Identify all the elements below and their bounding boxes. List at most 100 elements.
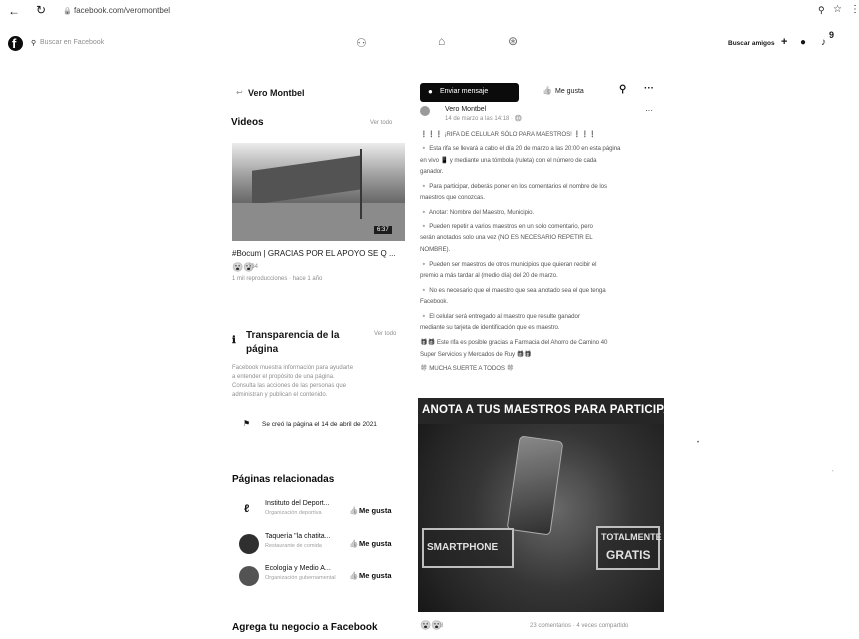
transparency-desc-3: Consulta las acciones de las personas qu… [232,383,347,389]
transparency-desc-1: Facebook muestra información para ayudar… [232,365,354,371]
post-timestamp[interactable]: 14 de marzo a las 14:18 · 🌐 [445,115,522,122]
post-text-line: maestros que conozcas. [420,194,485,201]
more-options-button[interactable]: ··· [644,83,654,94]
video-scene-ground [232,203,405,241]
reload-icon[interactable]: ↻ [36,3,46,17]
promo-right-line1: TOTALMENTE [601,532,662,542]
create-button[interactable]: + [781,36,787,48]
page-created-date: Se creó la página el 14 de abril de 2021 [262,421,377,428]
promo-left-box: SMARTPHONE [422,528,514,568]
transparency-see-all-link[interactable]: Ver todo [374,331,396,337]
notification-badge: 9 [829,30,835,40]
related-page-name[interactable]: Ecología y Medio A... [265,565,331,572]
marketplace-nav-icon[interactable]: ⌂ [438,34,445,48]
avatar[interactable] [420,106,430,116]
add-business-title[interactable]: Agrega tu negocio a Facebook [232,622,378,633]
post-stats[interactable]: 23 comentarios · 4 veces compartido [530,623,628,629]
thumbs-up-icon: 👍 [542,86,552,95]
transparency-title: Transparencia de la [246,330,340,341]
transparency-title-line2: página [246,344,279,355]
post-author[interactable]: Vero Montbel [445,106,486,113]
search-icon[interactable]: ⚲ [619,84,626,95]
post-text-line: en vivo 📱 y mediante una tómbola (ruleta… [420,157,597,164]
videos-section-title: Videos [231,117,264,128]
lock-icon: 🔒 [63,8,72,15]
related-page-like-button[interactable]: Me gusta [359,539,392,548]
video-reaction-count: 134 [248,264,259,270]
thumbs-up-icon: 👍 [349,571,359,580]
related-page-name[interactable]: Instituto del Deport... [265,500,330,507]
transparency-desc-2: a entender el propósito de una página. [232,374,335,380]
star-icon[interactable]: ☆ [833,4,842,15]
related-page-item[interactable]: ℓ Instituto del Deport... Organización d… [239,499,409,525]
arrow-left-icon[interactable]: ← [8,4,20,18]
post-image-headline: ANOTA A TUS MAESTROS PARA PARTICIPAR [422,404,664,416]
post-image[interactable]: ANOTA A TUS MAESTROS PARA PARTICIPAR SMA… [418,398,664,612]
video-meta: 1 mil reproducciones · hace 1 año [232,276,323,282]
notifications-bell-icon[interactable]: ♪ [821,37,826,48]
related-page-name[interactable]: Taquería "la chatita... [265,533,331,540]
post-text-line: 🔸 Para participar, deberás poner en los … [420,183,607,190]
send-message-button[interactable]: ● Enviar mensaje [420,83,519,102]
thumbs-up-icon: 👍 [349,506,359,515]
menu-dots-icon[interactable]: ⋮ [850,4,859,15]
video-title[interactable]: #Bocum | GRACIAS POR EL APOYO SE Q ... [232,249,396,258]
post-text-line: 🍀 MUCHA SUERTE A TODOS 🍀 [420,365,515,372]
page-header: ↩ Vero Montbel [236,88,406,102]
post-text: ❗❗❗ ¡RIFA DE CELULAR SÓLO PARA MAESTROS!… [420,130,660,395]
related-page-like-button[interactable]: Me gusta [359,506,392,515]
facebook-topbar: f ⚲ Buscar en Facebook ⚇ ⌂ ⊛ Buscar amig… [0,30,859,66]
search-icon: ⚲ [31,40,37,47]
find-friends-button[interactable]: Buscar amigos [728,40,775,47]
messenger-icon: ● [428,87,433,96]
related-page-item[interactable]: Taquería "la chatita... Restaurante de c… [239,532,409,558]
background-speck: • [697,440,700,446]
info-icon: ℹ [232,335,236,346]
page-title: Vero Montbel [248,88,305,98]
like-page-button[interactable]: 👍 Me gusta [542,86,602,100]
related-pages-title: Páginas relacionadas [232,474,335,485]
related-page-category: Organización gubernamental [265,575,336,581]
video-scene-pole [360,149,362,219]
transparency-desc-4: administran y publican el contenido. [232,392,328,398]
browser-toolbar: ← ↻ 🔒 facebook.com/veromontbel ⚲ ☆ ⋮ [0,0,859,34]
post-text-line: 🔸 Anotar: Nombre del Maestro, Municipio. [420,209,535,216]
promo-left-text: SMARTPHONE [427,542,499,553]
thumbs-up-icon: 👍 [349,539,359,548]
post-reaction-count: 8 [440,623,444,629]
send-message-label: Enviar mensaje [440,88,489,95]
groups-nav-icon[interactable]: ⊛ [508,34,518,48]
related-page-like-button[interactable]: Me gusta [359,571,392,580]
video-duration-badge: 6:37 [374,226,392,234]
avatar [239,534,259,554]
facebook-search-input[interactable]: Buscar en Facebook [40,39,104,46]
post-text-line: 🔸 El celular será entregado al maestro q… [420,313,580,320]
post-text-line: Facebook. [420,298,448,305]
videos-see-all-link[interactable]: Ver todo [370,120,392,126]
related-page-category: Restaurante de comida [265,543,322,549]
video-thumbnail[interactable]: 6:37 [232,143,405,241]
post-text-line: ganador. [420,168,444,175]
avatar [239,566,259,586]
post-text-line: 🔸 Esta rifa se llevará a cabo el día 20 … [420,145,621,152]
flag-icon: ⚑ [243,419,251,428]
post-text-line: Super Servicios y Mercados de Ruy 🎁🎁 [420,351,532,358]
post-text-line: NOMBRE). [420,246,451,253]
avatar: ℓ [239,501,259,521]
post-text-line: ❗❗❗ ¡RIFA DE CELULAR SÓLO PARA MAESTROS!… [420,131,597,138]
post-text-line: 🎁🎁 Este rifa es posible gracias a Farmac… [420,339,608,346]
post-text-line: 🔸 Pueden repetir a varios maestros en un… [420,223,593,230]
post-text-line: 🔸 Pueden ser maestros de otros municipio… [420,261,597,268]
facebook-logo-icon[interactable]: f [8,36,23,51]
post-more-button[interactable]: ··· [645,106,653,115]
messenger-icon[interactable]: ● [800,37,806,48]
promo-right-line2: GRATIS [606,548,651,562]
post-text-line: premio a más tardar al (medio día) del 2… [420,272,558,279]
address-bar[interactable]: facebook.com/veromontbel [74,6,170,15]
video-scene-structure [252,155,362,205]
post-text-line: 🔸 No es necesario que el maestro que sea… [420,287,606,294]
search-icon[interactable]: ⚲ [818,5,825,16]
friends-nav-icon[interactable]: ⚇ [356,36,367,50]
related-page-item[interactable]: Ecología y Medio A... Organización guber… [239,564,409,590]
post-text-line: serán anotados solo una vez (NO ES NECES… [420,234,593,241]
